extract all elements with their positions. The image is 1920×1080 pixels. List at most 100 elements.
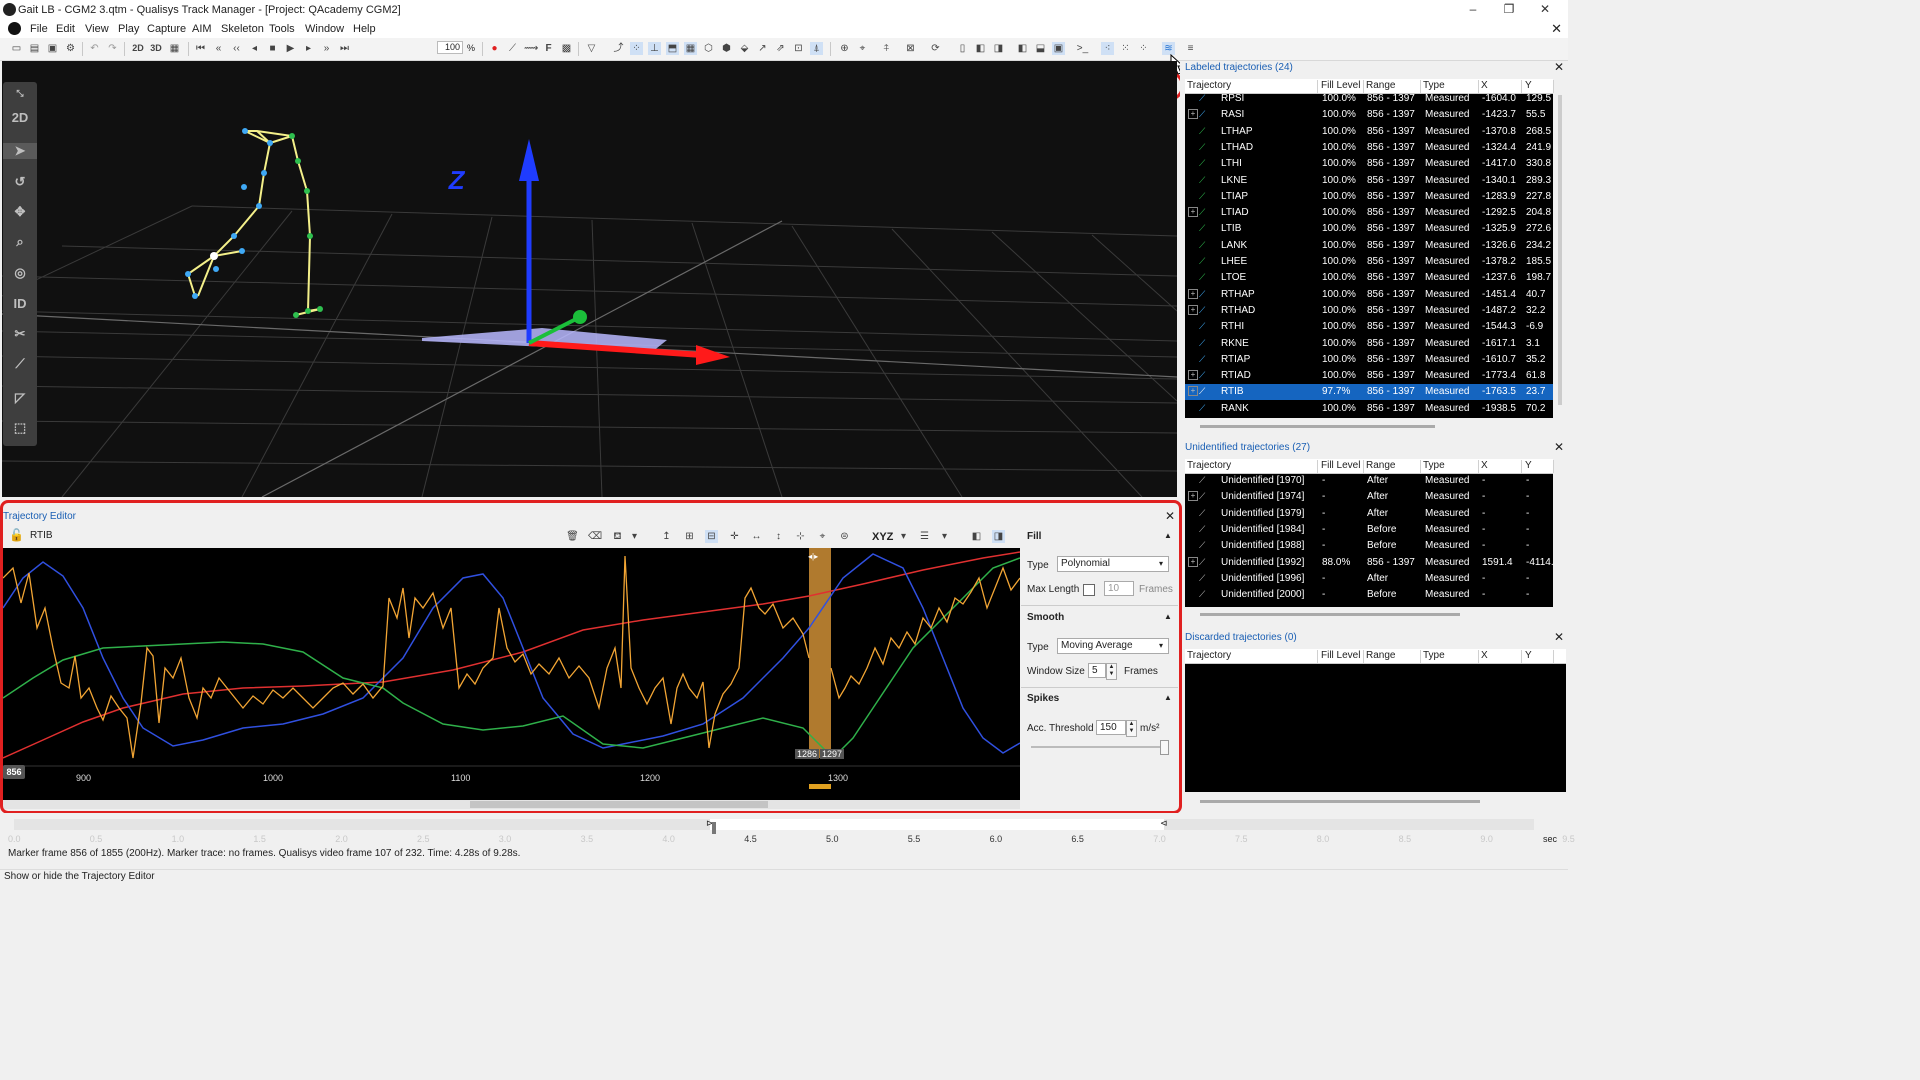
video-view-icon[interactable]: ▦ <box>168 42 181 55</box>
col-x[interactable]: X <box>1481 650 1522 663</box>
expand-icon[interactable]: + <box>1188 370 1198 381</box>
cube-tool-icon[interactable]: ⬚ <box>3 420 37 436</box>
box-icon[interactable]: ⬙ <box>738 42 751 55</box>
col-fill-level[interactable]: Fill Level <box>1321 460 1364 473</box>
trajectory-row[interactable]: ⟋ Unidentified [1988] - Before Measured - - <box>1185 538 1553 554</box>
step-forward-icon[interactable]: ▸ <box>302 42 315 55</box>
rigid-body-icon[interactable]: ⬢ <box>720 42 733 55</box>
step-back-icon[interactable]: ◂ <box>248 42 261 55</box>
forward-fast-icon[interactable]: » <box>320 42 333 55</box>
person-icon[interactable]: ⍏ <box>880 42 893 55</box>
menu-file[interactable]: File <box>30 23 48 35</box>
menu-help[interactable]: Help <box>353 23 376 35</box>
filter-icon[interactable]: ▽ <box>585 42 598 55</box>
labeled-panel-icon[interactable]: ⁖ <box>1101 42 1114 55</box>
stop-icon[interactable]: ■ <box>266 42 279 55</box>
trajectory-row[interactable]: ⟋ Unidentified [1979] - After Measured - - <box>1185 506 1553 522</box>
skeleton-icon[interactable]: ⍋ <box>810 42 823 55</box>
menu-window[interactable]: Window <box>305 23 344 35</box>
rewind-fast-icon[interactable]: « <box>212 42 225 55</box>
calculator-icon[interactable]: ▩ <box>560 42 573 55</box>
analog-icon[interactable]: ⊠ <box>904 42 917 55</box>
trajectory-row[interactable]: + ⟋ RTIAD 100.0% 856 - 1397 Measured -1773.4 61… <box>1185 368 1553 384</box>
expand-icon[interactable]: + <box>1188 288 1198 299</box>
zoom-tool-icon[interactable]: ⌕ <box>3 234 37 250</box>
rotate-tool-icon[interactable]: ↺ <box>3 174 37 190</box>
menu-capture[interactable]: Capture <box>147 23 186 35</box>
collapse-icon[interactable]: ⤡ <box>3 88 37 99</box>
trajectory-row[interactable]: ⟋ LTHAP 100.0% 856 - 1397 Measured -1370.8 268… <box>1185 124 1553 140</box>
col-type[interactable]: Type <box>1423 650 1479 663</box>
expand-icon[interactable]: + <box>1188 386 1198 397</box>
trajectory-row[interactable]: ⟋ RKNE 100.0% 856 - 1397 Measured -1617.1 3.1 <box>1185 336 1553 352</box>
redo-icon[interactable]: ↷ <box>106 42 119 55</box>
save-icon[interactable]: ▣ <box>46 42 59 55</box>
rewind-icon[interactable]: ‹‹ <box>230 42 243 55</box>
grid-icon[interactable]: ▦ <box>684 42 697 55</box>
layout-1-icon[interactable]: ▯ <box>956 42 969 55</box>
trajectory-row[interactable]: + ⟋ RTHAP 100.0% 856 - 1397 Measured -1451.4 40… <box>1185 287 1553 303</box>
panel-left-icon[interactable]: ◧ <box>1016 42 1029 55</box>
terminal-icon[interactable]: >_ <box>1076 42 1089 55</box>
trajectory-row[interactable]: ⟋ RPSI 100.0% 856 - 1397 Measured -1604.0 129.… <box>1185 91 1553 107</box>
trajectory-row[interactable]: ⟋ LTHAD 100.0% 856 - 1397 Measured -1324.4 241… <box>1185 140 1553 156</box>
col-x[interactable]: X <box>1481 460 1522 473</box>
expand-icon[interactable]: + <box>1188 491 1198 502</box>
trace-tool-icon[interactable]: ⟿ <box>524 42 538 55</box>
menu-view[interactable]: View <box>85 23 109 35</box>
identify-tool-button[interactable]: ID <box>3 296 37 311</box>
menu-tools[interactable]: Tools <box>269 23 295 35</box>
timeline-bar[interactable]: ⊳ ⊲ 0.0 0.5 1.0 1.5 2.0 2.5 3.0 3.5 4.0 4.5 5.0 5.5… <box>0 813 1575 851</box>
axis-icon[interactable]: ⊥ <box>648 42 661 55</box>
trajectory-row[interactable]: ⟋ Unidentified [1996] - After Measured - - <box>1185 571 1553 587</box>
view-3d-button[interactable]: 3D <box>148 42 164 55</box>
timeline-selection[interactable] <box>710 819 1164 830</box>
menu-aim[interactable]: AIM <box>192 23 212 35</box>
maximize-button[interactable]: ❐ <box>1494 2 1524 18</box>
2d-view-button[interactable]: 2D <box>3 110 37 125</box>
trajectory-row[interactable]: ⟋ LTIAP 100.0% 856 - 1397 Measured -1283.9 227… <box>1185 189 1553 205</box>
first-frame-icon[interactable]: ⏮ <box>194 42 207 55</box>
trajectory-row[interactable]: + ⟋ RTIB 97.7% 856 - 1397 Measured -1763.5 23.7 <box>1185 384 1553 401</box>
last-frame-icon[interactable]: ⏭ <box>338 42 351 55</box>
bone-tool-icon[interactable]: ⟋ <box>3 356 37 372</box>
trajectory-row[interactable]: ⟋ LKNE 100.0% 856 - 1397 Measured -1340.1 289.… <box>1185 173 1553 189</box>
force-button[interactable]: F <box>542 42 555 55</box>
labeled-scrollbar[interactable] <box>1558 95 1562 405</box>
trajectory-row[interactable]: + ⟋ Unidentified [1974] - After Measured - - <box>1185 489 1553 505</box>
trajectory-row[interactable]: + ⟋ Unidentified [1992] 88.0% 856 - 1397 Meas… <box>1185 555 1554 571</box>
trajectory-row[interactable]: ⟋ RTIAP 100.0% 856 - 1397 Measured -1610.7 35.… <box>1185 352 1553 368</box>
col-fill-level[interactable]: Fill Level <box>1321 650 1364 663</box>
discarded-panel-icon[interactable]: ⁘ <box>1137 42 1150 55</box>
target-icon[interactable]: ⌖ <box>856 42 869 55</box>
col-type[interactable]: Type <box>1423 460 1479 473</box>
trajectory-row[interactable]: ⟋ LANK 100.0% 856 - 1397 Measured -1326.6 234.… <box>1185 238 1553 254</box>
menu-skeleton[interactable]: Skeleton <box>221 23 264 35</box>
trajectory-row[interactable]: ⟋ LTIB 100.0% 856 - 1397 Measured -1325.9 272.… <box>1185 221 1553 237</box>
marker-tool-icon[interactable]: ⟋ <box>506 42 519 55</box>
record-icon[interactable]: ● <box>488 42 501 55</box>
trajectory-row[interactable]: ⟋ LTHI 100.0% 856 - 1397 Measured -1417.0 330.… <box>1185 156 1553 172</box>
col-trajectory[interactable]: Trajectory <box>1187 650 1318 663</box>
arrow-tool-icon[interactable]: ↗ <box>756 42 769 55</box>
layout-3-icon[interactable]: ◨ <box>992 42 1005 55</box>
panel-bottom-icon[interactable]: ⬓ <box>1034 42 1047 55</box>
select-tool-icon[interactable]: ➤ <box>3 143 37 159</box>
new-file-icon[interactable]: ▭ <box>10 42 23 55</box>
layout-2-icon[interactable]: ◧ <box>974 42 987 55</box>
camera-icon[interactable]: ⊡ <box>792 42 805 55</box>
expand-icon[interactable]: + <box>1188 556 1198 567</box>
cursor-tool-icon[interactable]: ◸ <box>3 390 37 406</box>
menu-edit[interactable]: Edit <box>56 23 75 35</box>
expand-icon[interactable]: + <box>1188 109 1198 120</box>
translate-tool-icon[interactable]: ✥ <box>3 204 37 220</box>
cut-tool-icon[interactable]: ✂ <box>3 326 37 342</box>
unidentified-table[interactable]: Trajectory Fill Level Range Type X Y ⟋ Un… <box>1185 459 1554 607</box>
mdi-close-icon[interactable]: ✕ <box>1551 21 1562 37</box>
discarded-hscroll[interactable] <box>1200 800 1480 803</box>
trajectory-icon[interactable]: ⤴ <box>612 42 625 55</box>
expand-icon[interactable]: + <box>1188 207 1198 218</box>
col-range[interactable]: Range <box>1366 460 1421 473</box>
col-y[interactable]: Y <box>1525 460 1554 473</box>
minimize-button[interactable]: – <box>1458 2 1488 18</box>
